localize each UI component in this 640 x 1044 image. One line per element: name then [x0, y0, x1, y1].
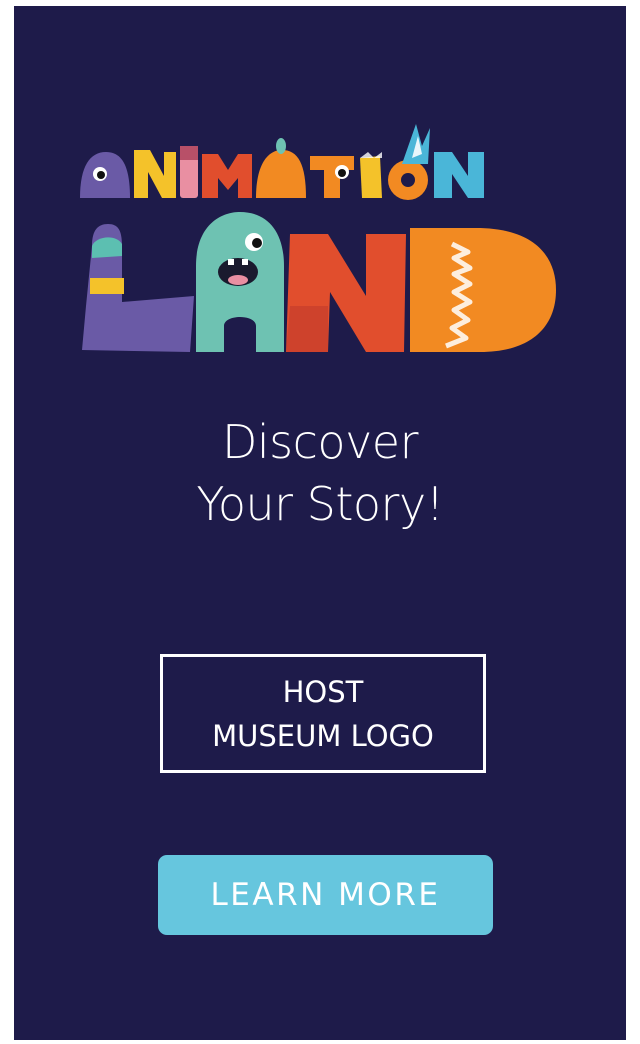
- animation-land-logo: [80, 124, 556, 352]
- learn-more-button[interactable]: LEARN MORE: [158, 855, 493, 935]
- tagline: Discover Your Story!: [14, 411, 626, 535]
- logo-word-animation: [80, 124, 484, 200]
- tagline-line-2: Your Story!: [196, 477, 444, 531]
- tagline-line-1: Discover: [221, 415, 419, 469]
- logo-word-land: [82, 212, 556, 352]
- host-logo-line-1: HOST: [282, 674, 364, 709]
- host-logo-line-2: MUSEUM LOGO: [212, 718, 434, 753]
- app-screen: Discover Your Story! HOST MUSEUM LOGO LE…: [14, 6, 626, 1040]
- host-museum-logo-placeholder: HOST MUSEUM LOGO: [160, 654, 486, 773]
